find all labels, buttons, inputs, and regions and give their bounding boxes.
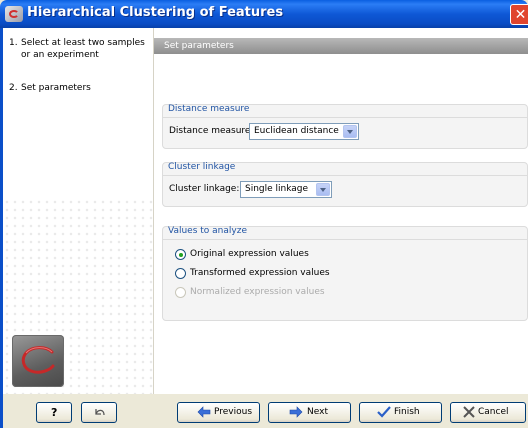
radio-button xyxy=(175,287,186,298)
radio-button[interactable] xyxy=(175,249,186,260)
selected-value: Euclidean distance xyxy=(254,126,339,136)
cluster-linkage-label: Cluster linkage: xyxy=(169,184,240,194)
cluster-linkage-group: Cluster linkage Cluster linkage: Single … xyxy=(162,162,528,207)
selected-value: Single linkage xyxy=(245,184,309,194)
button-label: Finish xyxy=(394,407,420,417)
wizard-steps-panel: 1. Select at least two samples or an exp… xyxy=(3,28,154,394)
finish-button[interactable]: Finish xyxy=(359,402,442,423)
previous-button[interactable]: Previous xyxy=(177,402,260,423)
arrow-left-icon xyxy=(197,406,211,421)
values-to-analyze-group: Values to analyze Original expression va… xyxy=(162,226,528,321)
title-bar: Hierarchical Clustering of Features ✕ xyxy=(0,0,528,28)
radio-button[interactable] xyxy=(175,268,186,279)
undo-icon xyxy=(93,406,107,423)
group-divider xyxy=(163,117,527,118)
button-bar: ? Previous Next Finish Cancel xyxy=(3,394,528,428)
distance-measure-group: Distance measure Distance measure: Eucli… xyxy=(162,104,528,149)
chevron-down-icon[interactable] xyxy=(343,125,357,138)
group-divider xyxy=(163,239,527,240)
cancel-button[interactable]: Cancel xyxy=(450,402,526,423)
step-number: 2. xyxy=(9,83,18,93)
group-title: Values to analyze xyxy=(168,226,247,236)
parameters-panel: Set parameters Distance measure Distance… xyxy=(154,28,528,394)
group-title: Distance measure xyxy=(168,104,250,114)
cancel-x-icon xyxy=(463,406,475,421)
product-logo xyxy=(12,335,64,387)
step-label: Set parameters xyxy=(21,83,91,93)
radio-label: Original expression values xyxy=(190,249,309,259)
button-label: Next xyxy=(307,407,328,417)
window-title: Hierarchical Clustering of Features xyxy=(27,5,284,20)
group-title: Cluster linkage xyxy=(168,162,236,172)
next-button[interactable]: Next xyxy=(268,402,351,423)
arrow-right-icon xyxy=(289,406,303,421)
distance-measure-select[interactable]: Euclidean distance xyxy=(249,123,359,140)
close-icon: ✕ xyxy=(514,7,527,23)
step-number: 1. xyxy=(9,38,18,48)
chevron-down-icon[interactable] xyxy=(316,183,330,196)
help-icon: ? xyxy=(51,406,58,419)
button-label: Cancel xyxy=(478,407,509,417)
close-button[interactable]: ✕ xyxy=(510,4,528,25)
checkmark-icon xyxy=(377,406,391,421)
app-logo-icon xyxy=(5,6,23,22)
radio-label: Transformed expression values xyxy=(190,268,330,278)
reset-button[interactable] xyxy=(81,402,117,423)
group-divider xyxy=(163,175,527,176)
distance-measure-label: Distance measure: xyxy=(169,126,254,136)
radio-label: Normalized expression values xyxy=(190,287,325,297)
cluster-linkage-select[interactable]: Single linkage xyxy=(240,181,332,198)
step-label: Select at least two samples or an experi… xyxy=(21,38,145,60)
help-button[interactable]: ? xyxy=(36,402,72,423)
section-header: Set parameters xyxy=(154,38,528,54)
button-label: Previous xyxy=(214,407,253,417)
